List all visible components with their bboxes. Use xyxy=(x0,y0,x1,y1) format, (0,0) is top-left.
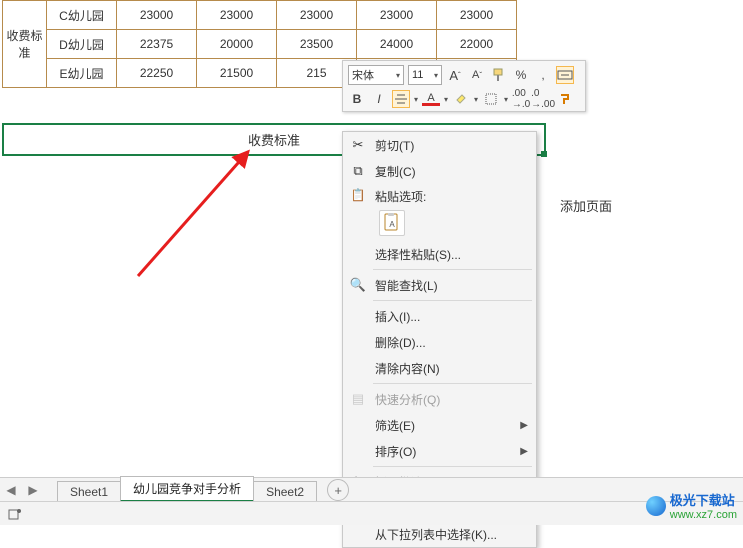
decrease-font-button[interactable]: Aˇ xyxy=(468,66,486,84)
align-center-button[interactable] xyxy=(392,90,410,108)
svg-text:A: A xyxy=(389,220,395,229)
font-color-button[interactable]: A xyxy=(422,90,440,108)
cell[interactable]: 22000 xyxy=(437,30,517,59)
dropdown-icon[interactable]: ▾ xyxy=(474,95,478,104)
borders-button[interactable] xyxy=(482,90,500,108)
table-row: D幼儿园 22375 20000 23500 24000 22000 xyxy=(3,30,517,59)
cell[interactable]: 23000 xyxy=(437,1,517,30)
increase-font-button[interactable]: Aˆ xyxy=(446,66,464,84)
menu-separator xyxy=(373,300,532,301)
scissors-icon: ✂ xyxy=(349,136,367,154)
annotation-arrow-icon xyxy=(128,146,258,281)
font-family-select[interactable]: 宋体▾ xyxy=(348,65,404,85)
font-size-select[interactable]: 11▾ xyxy=(408,65,442,85)
submenu-arrow-icon: ▶ xyxy=(520,420,528,431)
search-icon: 🔍 xyxy=(349,276,367,294)
paste-values-button[interactable]: A xyxy=(379,210,405,236)
merge-center-button[interactable] xyxy=(556,66,574,84)
bold-button[interactable]: B xyxy=(348,90,366,108)
increase-decimal-button[interactable]: .0→.00 xyxy=(534,90,552,108)
menu-separator xyxy=(373,466,532,467)
percent-button[interactable]: % xyxy=(512,66,530,84)
menu-copy[interactable]: ⧉ 复制(C) xyxy=(343,158,536,184)
menu-filter[interactable]: 筛选(E)▶ xyxy=(343,412,536,438)
cell[interactable]: 23000 xyxy=(117,1,197,30)
add-sheet-button[interactable]: + xyxy=(327,479,349,501)
format-painter-button[interactable] xyxy=(490,66,508,84)
row-label-cell[interactable]: 收费标准 xyxy=(3,1,47,88)
decrease-decimal-button[interactable]: .00→.0 xyxy=(512,90,530,108)
mini-toolbar: 宋体▾ 11▾ Aˆ Aˇ % , B I ▾ A ▾ ▾ ▾ .00→.0 .… xyxy=(342,60,586,112)
cell-name[interactable]: E幼儿园 xyxy=(47,59,117,88)
cell[interactable]: 23000 xyxy=(197,1,277,30)
sheet-tab[interactable]: Sheet1 xyxy=(57,481,121,502)
dropdown-icon[interactable]: ▾ xyxy=(444,95,448,104)
fill-color-button[interactable] xyxy=(452,90,470,108)
menu-insert[interactable]: 插入(I)... xyxy=(343,303,536,329)
menu-separator xyxy=(373,269,532,270)
add-page-label[interactable]: 添加页面 xyxy=(560,196,612,215)
tab-nav-prev[interactable]: ◀ xyxy=(0,479,22,501)
cell-name[interactable]: C幼儿园 xyxy=(47,1,117,30)
format-painter-button[interactable] xyxy=(556,90,574,108)
watermark-url: www.xz7.com xyxy=(670,509,737,521)
italic-button[interactable]: I xyxy=(370,90,388,108)
cell[interactable]: 22375 xyxy=(117,30,197,59)
cell[interactable]: 23000 xyxy=(277,1,357,30)
status-bar xyxy=(0,501,743,525)
menu-clear-contents[interactable]: 清除内容(N) xyxy=(343,355,536,381)
copy-icon: ⧉ xyxy=(349,162,367,180)
watermark-name: 极光下载站 xyxy=(670,490,737,509)
menu-delete[interactable]: 删除(D)... xyxy=(343,329,536,355)
menu-sort[interactable]: 排序(O)▶ xyxy=(343,438,536,464)
cell[interactable]: 24000 xyxy=(357,30,437,59)
clipboard-icon: 📋 xyxy=(349,186,367,204)
dropdown-icon[interactable]: ▾ xyxy=(504,95,508,104)
menu-separator xyxy=(373,383,532,384)
selected-cell-text: 收费标准 xyxy=(248,130,300,149)
cell[interactable]: 23000 xyxy=(357,1,437,30)
sheet-tab[interactable]: Sheet2 xyxy=(253,481,317,502)
globe-icon xyxy=(646,496,666,516)
menu-paste-options-header: 📋 粘贴选项: xyxy=(343,184,536,207)
comma-button[interactable]: , xyxy=(534,66,552,84)
sheet-tab-bar: ◀ ▶ Sheet1 幼儿园竞争对手分析 Sheet2 + xyxy=(0,477,743,501)
table-row: 收费标准 C幼儿园 23000 23000 23000 23000 23000 xyxy=(3,1,517,30)
cell-name[interactable]: D幼儿园 xyxy=(47,30,117,59)
cell[interactable]: 20000 xyxy=(197,30,277,59)
sheet-tab[interactable]: 幼儿园竞争对手分析 xyxy=(120,476,254,502)
menu-cut[interactable]: ✂ 剪切(T) xyxy=(343,132,536,158)
tab-nav-next[interactable]: ▶ xyxy=(22,479,44,501)
cell[interactable]: 23500 xyxy=(277,30,357,59)
quick-analysis-icon: ▤ xyxy=(349,390,367,408)
menu-quick-analysis: ▤ 快速分析(Q) xyxy=(343,386,536,412)
record-macro-button[interactable] xyxy=(6,505,24,523)
dropdown-icon[interactable]: ▾ xyxy=(414,95,418,104)
menu-paste-special[interactable]: 选择性粘贴(S)... xyxy=(343,241,536,267)
menu-smart-lookup[interactable]: 🔍 智能查找(L) xyxy=(343,272,536,298)
submenu-arrow-icon: ▶ xyxy=(520,446,528,457)
watermark: 极光下载站 www.xz7.com xyxy=(646,490,737,521)
cell[interactable]: 21500 xyxy=(197,59,277,88)
cell[interactable]: 22250 xyxy=(117,59,197,88)
